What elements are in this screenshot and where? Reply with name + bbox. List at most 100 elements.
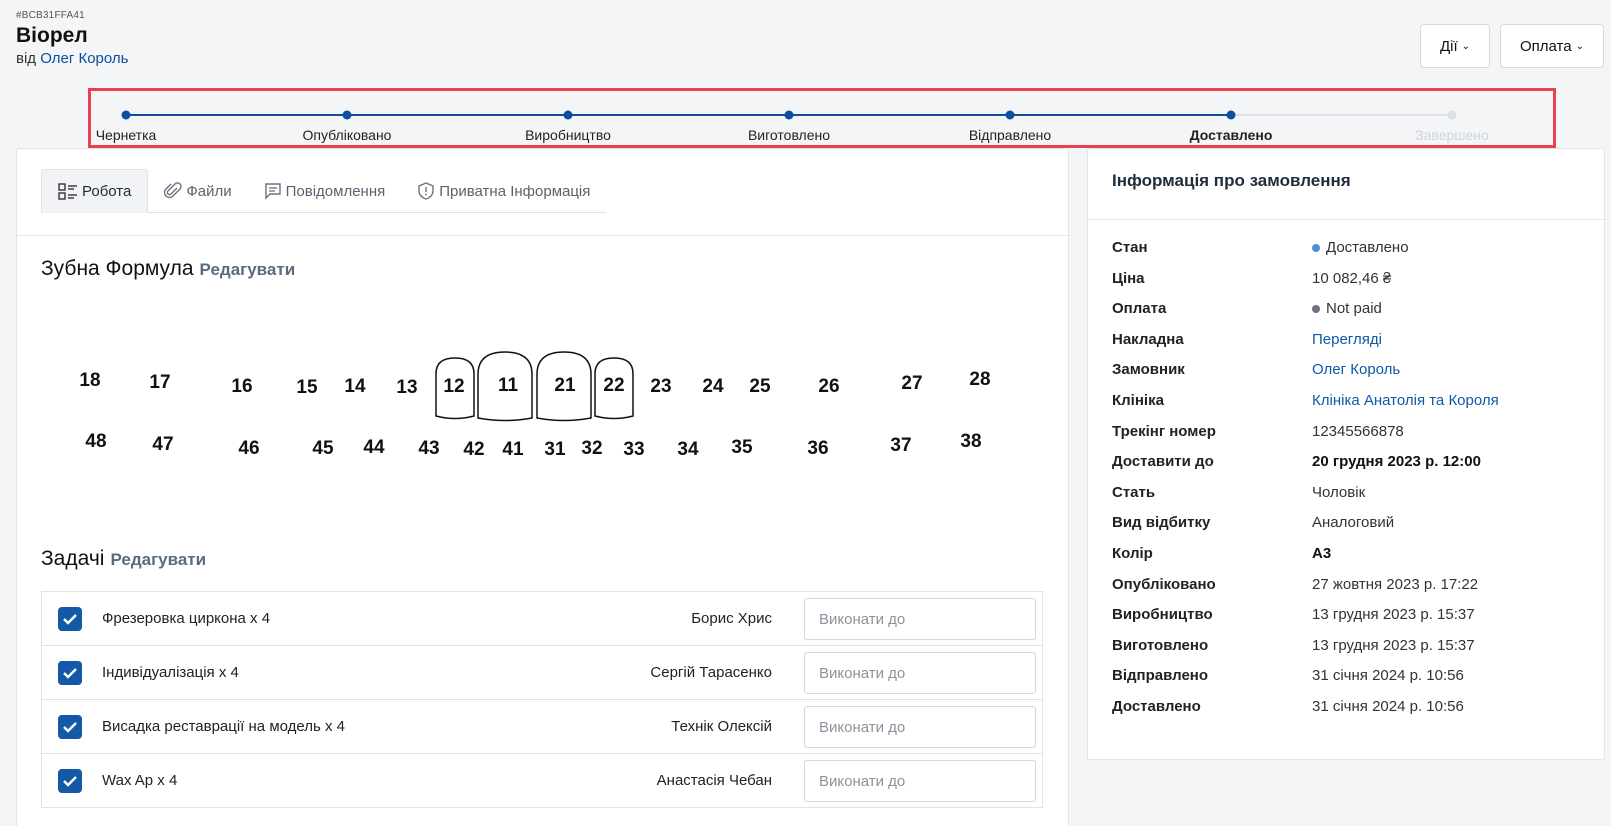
info-row: Стать Чоловік [1112,484,1592,514]
tooth-41[interactable]: 41 [502,439,523,461]
info-key: Опубліковано [1112,575,1216,593]
tooth-32[interactable]: 32 [581,438,602,460]
author-link[interactable]: Олег Король [40,50,128,67]
tooth-45[interactable]: 45 [312,438,333,460]
tooth-44[interactable]: 44 [363,437,384,459]
status-stepper: Чернетка Опубліковано Виробництво Виготовле… [88,88,1556,148]
due-date-input[interactable] [804,760,1036,802]
info-row: Ціна 10 082,46 ₴ [1112,270,1592,300]
tasks-table: Фрезеровка циркона x 4 Борис Хрис Індиві… [41,591,1043,808]
info-value-text: 12345566878 [1312,422,1404,440]
payment-dropdown-button[interactable]: Оплата ⌄ [1500,24,1604,68]
tooth-14[interactable]: 14 [344,376,365,398]
tooth-11[interactable]: 11 [498,375,518,397]
info-key: Виготовлено [1112,636,1209,654]
step-label: Доставлено [1189,127,1273,143]
due-date-input[interactable] [804,652,1036,694]
tooth-15[interactable]: 15 [296,377,317,399]
tasks-heading: Задачі Редагувати [41,547,206,571]
task-checkbox[interactable] [58,661,82,685]
info-row: Виробництво 13 грудня 2023 р. 15:37 [1112,606,1592,636]
tooth-24[interactable]: 24 [702,376,723,398]
info-key: Ціна [1112,269,1145,287]
info-value-text: Доставлено [1326,239,1409,256]
info-key: Оплата [1112,300,1167,318]
tooth-12[interactable]: 12 [443,376,464,398]
work-panel: Робота Файли Повідомлення Приватна Інфор… [16,148,1069,826]
task-checkbox[interactable] [58,607,82,631]
tooth-31[interactable]: 31 [544,439,565,461]
tooth-13[interactable]: 13 [396,377,417,399]
info-link[interactable]: Олег Король [1312,361,1400,378]
tooth-42[interactable]: 42 [463,439,484,461]
tooth-38[interactable]: 38 [960,431,981,453]
due-date-input[interactable] [804,598,1036,640]
info-value: 13 грудня 2023 р. 15:37 [1312,637,1475,654]
chevron-down-icon: ⌄ [1575,40,1584,52]
info-value-text: 31 січня 2024 р. 10:56 [1312,667,1464,685]
due-date-input[interactable] [804,706,1036,748]
check-icon [63,722,77,733]
tooth-25[interactable]: 25 [749,376,770,398]
task-assignee: Сергій Тарасенко [650,664,772,681]
tooth-21[interactable]: 21 [554,375,575,397]
tooth-47[interactable]: 47 [152,434,173,456]
tooth-17[interactable]: 17 [149,372,170,394]
tab-private-info[interactable]: Приватна Інформація [401,169,606,213]
tooth-36[interactable]: 36 [807,438,828,460]
tooth-35[interactable]: 35 [731,437,752,459]
info-value: 20 грудня 2023 р. 12:00 [1312,453,1481,470]
shield-icon [418,182,434,200]
tabs-bar: Робота Файли Повідомлення Приватна Інфор… [41,169,607,213]
tab-messages[interactable]: Повідомлення [248,169,402,213]
task-checkbox[interactable] [58,715,82,739]
info-value-text: 13 грудня 2023 р. 15:37 [1312,636,1475,654]
tooth-34[interactable]: 34 [677,439,698,461]
step-dot [1005,110,1015,120]
info-value-text: 13 грудня 2023 р. 15:37 [1312,606,1475,624]
tooth-26[interactable]: 26 [818,376,839,398]
tab-private-label: Приватна Інформація [439,182,591,200]
tooth-22[interactable]: 22 [603,375,624,397]
tooth-16[interactable]: 16 [231,376,252,398]
status-dot-icon [1312,304,1320,313]
tab-work[interactable]: Робота [41,169,149,213]
info-row: Стан Доставлено [1112,239,1592,269]
info-row: Вид відбитку Аналоговий [1112,514,1592,544]
tooth-43[interactable]: 43 [418,438,439,460]
tooth-37[interactable]: 37 [890,435,911,457]
tooth-23[interactable]: 23 [650,376,671,398]
task-assignee: Борис Хрис [691,610,772,627]
payment-label: Оплата [1520,37,1572,55]
info-value-text: 20 грудня 2023 р. 12:00 [1312,453,1481,471]
task-checkbox[interactable] [58,769,82,793]
info-link[interactable]: Клініка Анатолія та Короля [1312,392,1499,409]
info-key: Замовник [1112,361,1185,379]
info-key: Виробництво [1112,606,1213,624]
tooth-27[interactable]: 27 [901,373,922,395]
step-label: Виготовлено [747,127,831,143]
info-link[interactable]: Переглядi [1312,331,1382,348]
task-name: Висадка реставрації на модель x 4 [102,718,345,735]
tooth-18[interactable]: 18 [79,370,100,392]
task-row: Wax Ap x 4 Анастасія Чебан [42,754,1042,808]
message-icon [264,183,281,200]
divider [1088,219,1604,220]
info-value-text: A3 [1312,545,1332,562]
info-key: Вид відбитку [1112,514,1211,532]
tab-files[interactable]: Файли [148,169,247,213]
tooth-28[interactable]: 28 [969,369,990,391]
task-name: Wax Ap x 4 [102,772,178,789]
info-row: Накладна Переглядi [1112,331,1592,361]
edit-tasks-link[interactable]: Редагувати [110,550,206,569]
tooth-46[interactable]: 46 [238,438,259,460]
order-info-panel: Інформація про замовлення Стан Доставлено… [1087,148,1605,760]
tooth-33[interactable]: 33 [623,439,644,461]
page-title: Віорел [16,24,88,47]
info-value: 13 грудня 2023 р. 15:37 [1312,606,1475,623]
actions-dropdown-button[interactable]: Дії ⌄ [1420,24,1490,68]
edit-formula-link[interactable]: Редагувати [200,260,296,279]
tooth-48[interactable]: 48 [85,431,106,453]
info-value: Аналоговий [1312,514,1394,531]
info-key: Відправлено [1112,667,1209,685]
